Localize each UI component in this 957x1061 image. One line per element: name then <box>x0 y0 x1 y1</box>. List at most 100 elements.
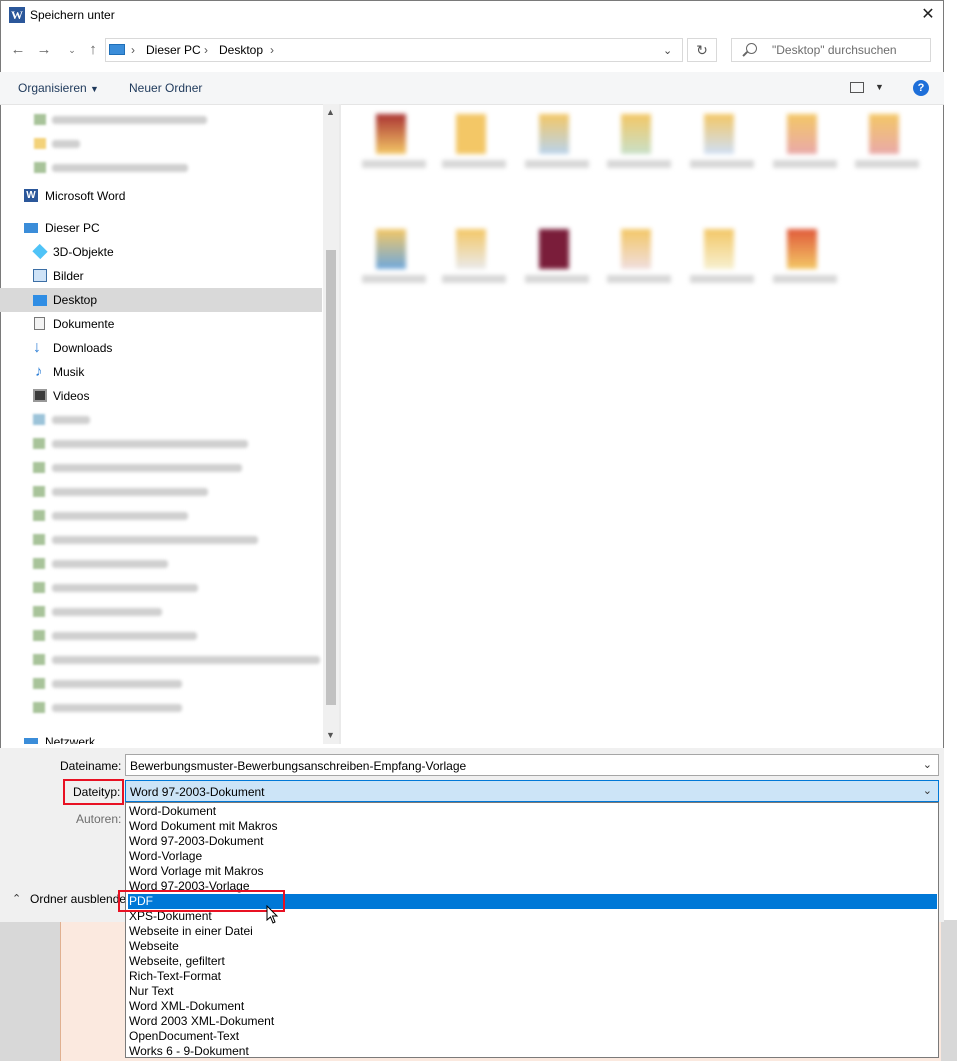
computer-icon <box>24 223 38 233</box>
filename-value: Bewerbungsmuster-Bewerbungsanschreiben-E… <box>130 759 467 773</box>
nav-label: Microsoft Word <box>45 189 126 203</box>
nav-label: Bilder <box>53 269 84 283</box>
breadcrumb-separator-icon: › <box>204 43 208 57</box>
filetype-option[interactable]: Works 6 - 9-Dokument <box>128 1044 937 1059</box>
chevron-down-icon: ▼ <box>90 84 99 94</box>
nav-item-videos[interactable]: Videos <box>0 384 322 408</box>
desktop-icon <box>33 295 47 306</box>
filetype-option[interactable]: Word Dokument mit Makros <box>128 819 937 834</box>
nav-item-3d-objects[interactable]: 3D-Objekte <box>0 240 322 264</box>
window-title: Speichern unter <box>30 8 115 22</box>
nav-item-downloads[interactable]: ↓ Downloads <box>0 336 322 360</box>
chevron-down-icon[interactable]: ⌄ <box>923 784 932 797</box>
nav-item-music[interactable]: ♪ Musik <box>0 360 322 384</box>
back-arrow-icon[interactable]: ← <box>8 40 28 60</box>
filetype-label: Dateityp: <box>73 785 121 799</box>
organize-button[interactable]: Organisieren ▼ <box>18 81 99 95</box>
help-icon[interactable]: ? <box>913 80 929 96</box>
nav-item-blurred[interactable] <box>0 432 322 456</box>
pictures-icon <box>33 269 47 282</box>
nav-item-blurred[interactable] <box>0 528 322 552</box>
nav-item-pictures[interactable]: Bilder <box>0 264 322 288</box>
filetype-select[interactable]: Word 97-2003-Dokument ⌄ <box>125 780 939 802</box>
breadcrumb-item-this-pc[interactable]: Dieser PC <box>146 43 201 57</box>
hide-folders-button[interactable]: Ordner ausblende <box>30 892 126 906</box>
nav-item-blurred[interactable] <box>0 480 322 504</box>
filename-label: Dateiname: <box>60 759 122 773</box>
nav-item-blurred[interactable] <box>0 156 322 180</box>
filename-input[interactable]: Bewerbungsmuster-Bewerbungsanschreiben-E… <box>125 754 939 776</box>
nav-item-blurred[interactable] <box>0 456 322 480</box>
nav-item-blurred[interactable] <box>0 648 322 672</box>
chevron-down-icon[interactable]: ⌄ <box>923 758 932 771</box>
filetype-dropdown-list: Word-Dokument Word Dokument mit Makros W… <box>125 802 939 1058</box>
filetype-option[interactable]: Webseite, gefiltert <box>128 954 937 969</box>
pdf-option-highlight <box>118 890 285 912</box>
forward-arrow-icon[interactable]: → <box>34 40 54 60</box>
filetype-option[interactable]: Webseite in einer Datei <box>128 924 937 939</box>
computer-icon <box>109 44 125 55</box>
nav-item-blurred[interactable] <box>0 576 322 600</box>
close-button[interactable]: ✕ <box>916 4 940 26</box>
search-icon <box>746 43 757 54</box>
nav-item-blurred[interactable] <box>0 600 322 624</box>
filetype-option[interactable]: Word-Dokument <box>128 804 937 819</box>
chevron-up-icon[interactable]: ⌃ <box>12 892 21 905</box>
nav-item-blurred[interactable] <box>0 696 322 720</box>
breadcrumb-item-desktop[interactable]: Desktop <box>219 43 263 57</box>
video-icon <box>33 389 47 402</box>
scrollbar-thumb[interactable] <box>326 250 336 705</box>
nav-label: Dokumente <box>53 317 115 331</box>
filetype-option[interactable]: Webseite <box>128 939 937 954</box>
nav-item-documents[interactable]: Dokumente <box>0 312 322 336</box>
view-options-icon[interactable] <box>850 82 864 93</box>
filetype-value: Word 97-2003-Dokument <box>130 785 265 799</box>
filetype-option[interactable]: Nur Text <box>128 984 937 999</box>
authors-label: Autoren: <box>76 812 122 826</box>
refresh-button[interactable]: ↻ <box>687 38 717 62</box>
music-note-icon: ♪ <box>35 363 43 380</box>
new-folder-button[interactable]: Neuer Ordner <box>129 81 202 95</box>
title-bar <box>0 0 944 32</box>
search-placeholder: "Desktop" durchsuchen <box>772 43 897 57</box>
nav-label: Dieser PC <box>45 221 100 235</box>
nav-item-microsoft-word[interactable]: W Microsoft Word <box>0 184 322 208</box>
filetype-option[interactable]: Rich-Text-Format <box>128 969 937 984</box>
filetype-option[interactable]: Word 2003 XML-Dokument <box>128 1014 937 1029</box>
nav-label: Musik <box>53 365 85 379</box>
filetype-option[interactable]: Word 97-2003-Dokument <box>128 834 937 849</box>
scroll-up-icon[interactable]: ▲ <box>326 107 335 117</box>
nav-label: Netzwerk <box>45 735 96 744</box>
nav-item-blurred[interactable] <box>0 408 322 432</box>
breadcrumb-separator-icon: › <box>270 43 274 57</box>
nav-item-blurred[interactable] <box>0 672 322 696</box>
view-dropdown-icon[interactable]: ▼ <box>875 82 884 92</box>
background-document <box>944 0 957 1061</box>
address-dropdown-icon[interactable]: ⌄ <box>663 44 672 57</box>
filetype-option[interactable]: Word Vorlage mit Makros <box>128 864 937 879</box>
nav-item-blurred[interactable] <box>0 108 322 132</box>
nav-item-blurred[interactable] <box>0 624 322 648</box>
recent-locations-icon[interactable]: ⌄ <box>62 40 82 60</box>
network-icon <box>24 738 38 744</box>
nav-item-this-pc[interactable]: Dieser PC <box>0 216 322 240</box>
nav-item-blurred[interactable] <box>0 132 322 156</box>
nav-label: 3D-Objekte <box>53 245 114 259</box>
mouse-cursor-icon <box>266 905 279 924</box>
documents-icon <box>34 317 45 330</box>
nav-label: Videos <box>53 389 90 403</box>
breadcrumb-separator-icon: › <box>131 43 135 57</box>
up-arrow-icon[interactable]: ↑ <box>83 40 103 60</box>
word-app-icon: W <box>9 7 25 23</box>
download-arrow-icon: ↓ <box>33 339 41 356</box>
scroll-down-icon[interactable]: ▼ <box>326 730 335 740</box>
filetype-option[interactable]: OpenDocument-Text <box>128 1029 937 1044</box>
nav-label: Downloads <box>53 341 113 355</box>
nav-item-desktop[interactable]: Desktop <box>0 288 322 312</box>
nav-item-blurred[interactable] <box>0 504 322 528</box>
nav-item-blurred[interactable] <box>0 552 322 576</box>
file-list <box>341 104 944 744</box>
filetype-option[interactable]: Word XML-Dokument <box>128 999 937 1014</box>
nav-item-network[interactable]: Netzwerk <box>0 730 322 744</box>
filetype-option[interactable]: Word-Vorlage <box>128 849 937 864</box>
